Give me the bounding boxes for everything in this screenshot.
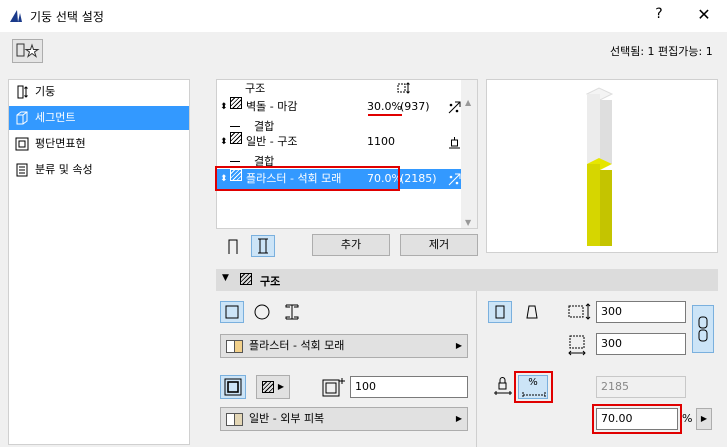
archicad-logo-icon: [10, 10, 22, 22]
section-title: 구조: [260, 275, 281, 288]
layer-extra: (937): [400, 100, 430, 113]
length-readonly-field: 2185: [596, 376, 686, 398]
tapered-section-icon: [526, 305, 538, 319]
collapse-arrow-icon[interactable]: ▼: [222, 273, 229, 283]
straight-cross-section-toggle[interactable]: [488, 301, 512, 323]
segment-tree: 구조 ⬍ 벽돌 - 마감 30.0% (937) 결합 ⬍ 일반 - 구조 11…: [216, 79, 478, 229]
favorites-star-icon: [16, 43, 40, 58]
sidebar-item-label: 평단면표현: [35, 137, 86, 150]
sidebar-item-label: 분류 및 속성: [35, 163, 93, 176]
sidebar-item-label: 기둥: [35, 85, 56, 98]
straight-section-icon: [495, 305, 505, 319]
depth-input[interactable]: 300: [596, 333, 686, 355]
material-dropdown[interactable]: 플라스터 - 석회 모래 ▶: [220, 334, 468, 358]
straight-segment-icon: [228, 239, 238, 254]
close-button[interactable]: ✕: [694, 5, 714, 24]
tapered-segment-icon: [258, 238, 268, 254]
veneer-material-dropdown[interactable]: 일반 - 외부 피복 ▶: [220, 407, 468, 431]
dropdown-arrow-icon: ▶: [277, 382, 284, 391]
swatch-icon: [234, 413, 243, 426]
red-underline: [368, 114, 402, 116]
dropdown-arrow-icon: ▶: [455, 341, 462, 350]
rectangle-icon: [225, 305, 239, 319]
straight-segment-toggle[interactable]: [221, 235, 245, 257]
column-icon: [17, 85, 28, 99]
tapered-cross-section-toggle[interactable]: [520, 301, 544, 323]
floor-plan-icon: [15, 137, 29, 151]
core-frame-icon: [224, 378, 242, 396]
hatch-icon: [262, 381, 274, 393]
sidebar-item-label: 세그먼트: [35, 111, 76, 124]
layer-extra: (2185): [400, 172, 437, 185]
favorites-button[interactable]: [12, 39, 43, 63]
window-title: 기둥 선택 설정: [30, 10, 104, 24]
column-3d-preview-icon: [585, 87, 614, 246]
title-bar: 기둥 선택 설정 ? ✕: [0, 0, 727, 32]
tree-header-label: 구조: [245, 82, 266, 95]
move-handle-icon[interactable]: ⬍: [220, 97, 228, 117]
height-icon: [397, 82, 410, 94]
structure-hatch-icon: [240, 273, 252, 285]
chain-link-icon: [698, 316, 708, 342]
swatch-icon: [234, 340, 243, 353]
chain-link-toggle[interactable]: [692, 305, 714, 353]
core-value-input[interactable]: 100: [350, 376, 468, 398]
scroll-up-icon[interactable]: ▲: [465, 98, 471, 107]
fill-pattern-dropdown[interactable]: ▶: [256, 375, 290, 399]
segment-icon: [16, 111, 28, 125]
tapered-segment-toggle[interactable]: [251, 235, 275, 257]
structure-panel: 플라스터 - 석회 모래 ▶ ▶ 100 일반 - 외부 피복 ▶ 300 30…: [216, 291, 718, 447]
column-preview: [486, 79, 718, 253]
circle-icon: [254, 304, 270, 320]
sidebar-item-column[interactable]: 기둥: [9, 80, 189, 104]
tree-row-general[interactable]: ⬍ 일반 - 구조 1100: [217, 132, 462, 152]
dropdown-arrow-icon: ▶: [455, 414, 462, 423]
material-name: 플라스터 - 석회 모래: [249, 339, 345, 352]
scroll-down-icon[interactable]: ▼: [465, 218, 471, 227]
divider: [476, 291, 477, 447]
hatch-icon: [230, 132, 242, 144]
depth-dimension-icon: [568, 335, 586, 356]
junction-line-icon: [230, 126, 240, 127]
help-button[interactable]: ?: [652, 6, 666, 22]
sidebar: 기둥 세그먼트 평단면표현 분류 및 속성: [8, 79, 190, 445]
circle-shape-toggle[interactable]: [250, 301, 274, 323]
percent-menu-button[interactable]: ▶: [696, 408, 712, 430]
rect-shape-toggle[interactable]: [220, 301, 244, 323]
tree-row-brick[interactable]: ⬍ 벽돌 - 마감 30.0% (937): [217, 97, 462, 117]
add-button[interactable]: 추가: [312, 234, 390, 256]
hatch-icon: [230, 97, 242, 109]
selection-info: 선택됨: 1 편집가능: 1: [610, 45, 713, 58]
width-dimension-icon: [568, 303, 591, 320]
percent-link-icon[interactable]: [448, 173, 461, 186]
sidebar-item-classification[interactable]: 분류 및 속성: [9, 158, 189, 182]
layer-value: 1100: [367, 135, 395, 148]
sidebar-item-segment[interactable]: 세그먼트: [9, 106, 189, 130]
lock-link-icon[interactable]: [448, 135, 461, 149]
percent-unit-label: %: [682, 412, 693, 425]
layer-name: 벽돌 - 마감: [246, 100, 298, 113]
classification-icon: [16, 163, 28, 177]
highlight-percent-button: [514, 371, 553, 403]
lock-icon[interactable]: [492, 375, 514, 397]
material-name: 일반 - 외부 피복: [249, 412, 325, 425]
move-handle-icon[interactable]: ⬍: [220, 132, 228, 152]
layer-name: 일반 - 구조: [246, 135, 298, 148]
remove-button[interactable]: 제거: [400, 234, 478, 256]
highlight-percent-input: [592, 404, 682, 434]
tree-scrollbar[interactable]: ▲ ▼: [461, 80, 477, 228]
junction-line-icon: [230, 161, 240, 162]
width-input[interactable]: 300: [596, 301, 686, 323]
percent-link-icon[interactable]: [448, 101, 461, 114]
tree-header: 구조: [217, 80, 462, 97]
highlight-selected-row: [215, 166, 400, 191]
section-header[interactable]: ▼ 구조: [216, 269, 718, 291]
core-thickness-icon: [322, 378, 345, 397]
sidebar-item-floor-plan[interactable]: 평단면표현: [9, 132, 189, 156]
steel-profile-toggle[interactable]: [280, 301, 304, 323]
i-beam-icon: [285, 304, 299, 320]
core-toggle[interactable]: [220, 375, 246, 399]
